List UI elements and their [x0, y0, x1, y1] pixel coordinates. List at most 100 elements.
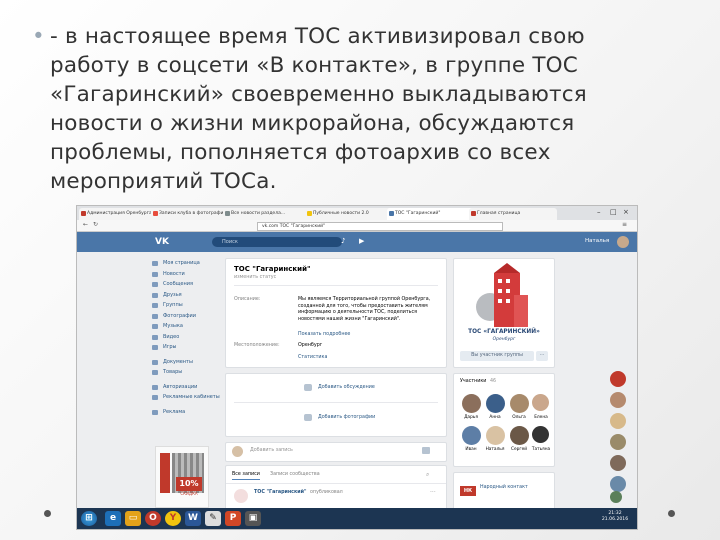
- browser-tab-active[interactable]: ТОС "Гагаринский": [387, 208, 475, 220]
- post-author[interactable]: ТОС "Гагаринский": [254, 490, 307, 495]
- nav-item[interactable]: Друзья: [152, 290, 222, 301]
- nav-item[interactable]: Товары: [152, 367, 222, 378]
- wall-tab-community[interactable]: Записи сообщества: [270, 472, 320, 479]
- member-avatar[interactable]: [462, 426, 481, 445]
- member-name[interactable]: Татьяна: [529, 447, 553, 452]
- nav-item[interactable]: Музыка: [152, 321, 222, 332]
- member-name[interactable]: Сергей: [507, 447, 531, 452]
- member-avatar[interactable]: [510, 394, 529, 413]
- chat-avatar[interactable]: [610, 491, 622, 503]
- vk-logo[interactable]: VK: [155, 237, 169, 247]
- chat-avatar[interactable]: [610, 476, 626, 492]
- camera-icon[interactable]: [422, 447, 430, 454]
- browser-tab[interactable]: Администрация Оренбурга: [79, 208, 157, 220]
- search-icon[interactable]: ⌕: [426, 471, 429, 479]
- browser-tab[interactable]: Записи клуба в фотографиях: [151, 208, 229, 220]
- group-status[interactable]: изменить статус: [234, 275, 276, 282]
- composer-placeholder[interactable]: Добавить запись: [250, 448, 293, 455]
- powerpoint-icon[interactable]: P: [225, 511, 241, 526]
- url-input[interactable]: vk.com ТОС "Гагаринский": [257, 222, 503, 231]
- more-button[interactable]: ···: [536, 351, 548, 361]
- member-avatar[interactable]: [486, 426, 505, 445]
- member-name[interactable]: Наталья: [483, 447, 507, 452]
- nav-item[interactable]: Реклама: [152, 407, 222, 418]
- back-icon[interactable]: ←: [83, 221, 88, 228]
- minimize-icon[interactable]: –: [597, 208, 601, 216]
- member-status-button[interactable]: Вы участник группы: [460, 351, 534, 361]
- member-avatar[interactable]: [462, 394, 481, 413]
- chat-avatar[interactable]: [610, 371, 626, 387]
- add-photos-link[interactable]: Добавить фотографии: [318, 415, 375, 420]
- member-name[interactable]: Дарья: [459, 415, 483, 420]
- group-logo-text: ТОС «ГАГАРИНСКИЙ»: [468, 329, 540, 335]
- member-name[interactable]: Ольга: [507, 415, 531, 420]
- user-avatar[interactable]: [617, 236, 629, 248]
- nav-item[interactable]: Моя страница: [152, 258, 222, 269]
- paint-icon[interactable]: ✎: [205, 511, 221, 526]
- browser-tab[interactable]: Главная страница: [469, 208, 557, 220]
- nav-item[interactable]: Авторизации: [152, 382, 222, 393]
- post-avatar[interactable]: [234, 489, 248, 503]
- chat-avatar[interactable]: [610, 434, 626, 450]
- chat-avatar[interactable]: [610, 455, 626, 471]
- user-name[interactable]: Наталья: [585, 238, 609, 244]
- member-avatar[interactable]: [532, 394, 549, 411]
- show-more-link[interactable]: Показать подробнее: [298, 332, 350, 337]
- nav-item[interactable]: Группы: [152, 300, 222, 311]
- nav-icon: [152, 384, 158, 390]
- nav-item[interactable]: Фотографии: [152, 311, 222, 322]
- member-avatar[interactable]: [510, 426, 529, 445]
- nav-item[interactable]: Документы: [152, 357, 222, 368]
- post-composer[interactable]: Добавить запись: [225, 442, 447, 462]
- nav-dot-left-icon[interactable]: [44, 510, 51, 517]
- browser-tab[interactable]: Публичные новости 2.0: [305, 208, 393, 220]
- contact-logo[interactable]: НК: [460, 486, 476, 496]
- browser-tab[interactable]: Все новости раздела...: [223, 208, 311, 220]
- nav-item[interactable]: Рекламные кабинеты: [152, 392, 222, 403]
- stats-link[interactable]: Статистика: [298, 355, 327, 360]
- contact-name[interactable]: Народный контакт: [480, 485, 550, 490]
- member-name[interactable]: Иван: [459, 447, 483, 452]
- ad-promo: 10%: [176, 477, 202, 491]
- reload-icon[interactable]: ↻: [93, 221, 98, 228]
- menu-icon[interactable]: ≡: [622, 221, 627, 228]
- ie-icon[interactable]: e: [105, 511, 121, 526]
- music-icon[interactable]: ▶: [359, 237, 364, 245]
- taskbar-clock[interactable]: 21:32 21.06.2016: [597, 511, 633, 523]
- close-icon[interactable]: ×: [623, 208, 629, 216]
- chat-avatar[interactable]: [610, 413, 626, 429]
- nav-icon: [152, 261, 158, 266]
- group-info-card: ТОС "Гагаринский" изменить статус Описан…: [225, 258, 447, 368]
- add-discussion-link[interactable]: Добавить обсуждение: [318, 385, 375, 390]
- slide-paragraph: - в настоящее время ТОС активизировал св…: [50, 24, 587, 194]
- nav-item[interactable]: Сообщения: [152, 279, 222, 290]
- folder-icon[interactable]: ▭: [125, 511, 141, 526]
- chat-avatar[interactable]: [610, 392, 626, 408]
- more-icon[interactable]: ···: [430, 489, 436, 496]
- opera-icon[interactable]: O: [145, 511, 161, 526]
- member-name[interactable]: Елена: [529, 415, 553, 420]
- nav-item[interactable]: Видео: [152, 332, 222, 343]
- word-icon[interactable]: W: [185, 511, 201, 526]
- tab-favicon-icon: [225, 211, 230, 216]
- start-icon[interactable]: ⊞: [81, 511, 97, 526]
- browser-tabbar: Администрация Оренбурга Записи клуба в ф…: [77, 206, 637, 220]
- nav-dot-right-icon[interactable]: [668, 510, 675, 517]
- member-name[interactable]: Анна: [483, 415, 507, 420]
- group-name: ТОС "Гагаринский": [234, 265, 311, 273]
- yandex-icon[interactable]: Y: [165, 511, 181, 526]
- nav-item[interactable]: Игры: [152, 342, 222, 353]
- bell-icon[interactable]: ♪: [341, 237, 345, 245]
- maximize-icon[interactable]: □: [610, 208, 617, 216]
- nav-item[interactable]: Новости: [152, 269, 222, 280]
- group-avatar-card: ТОС «ГАГАРИНСКИЙ» Оренбург Вы участник г…: [453, 258, 555, 368]
- ad-banner[interactable]: 10% СКИДКА: [155, 446, 209, 508]
- nav-icon: [152, 324, 158, 329]
- app-icon[interactable]: ▣: [245, 511, 261, 526]
- member-avatar[interactable]: [532, 426, 549, 443]
- vk-search-input[interactable]: Поиск: [212, 237, 342, 247]
- composer-avatar: [232, 446, 243, 457]
- members-title[interactable]: Участники: [460, 379, 486, 386]
- member-avatar[interactable]: [486, 394, 505, 413]
- wall-tab-all[interactable]: Все записи: [232, 472, 260, 480]
